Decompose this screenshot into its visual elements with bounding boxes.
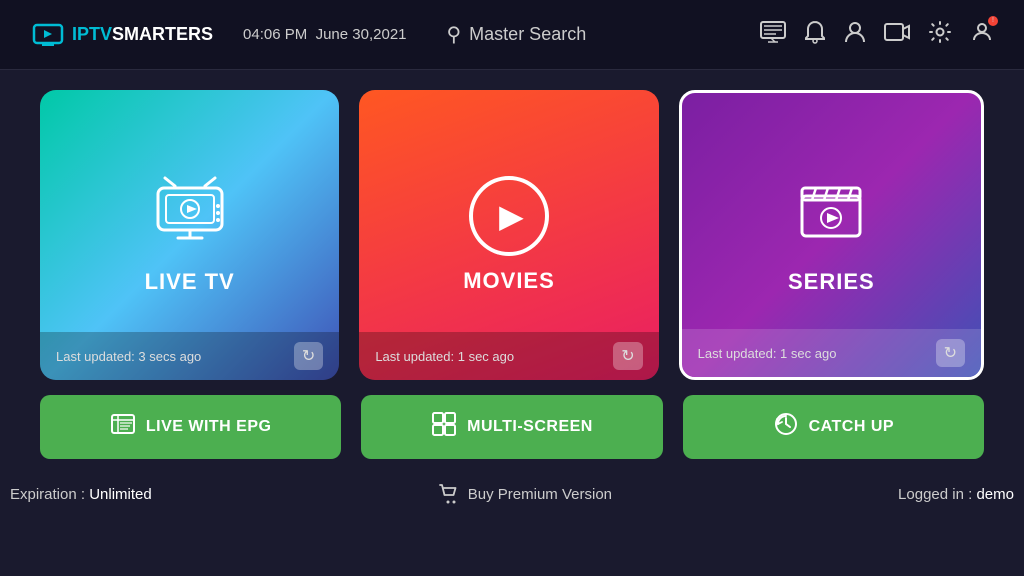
logged-in-text: Logged in : demo [898,486,1014,503]
header-icons: ! [760,20,994,50]
multi-screen-label: MULTI-SCREEN [467,418,593,436]
catch-up-label: CATCH UP [809,418,894,436]
movies-updated: Last updated: 1 sec ago [375,349,514,364]
profile-icon[interactable]: ! [970,20,994,50]
series-footer: Last updated: 1 sec ago ↻ [682,329,981,377]
series-refresh[interactable]: ↻ [936,339,965,367]
logged-in-value: demo [976,486,1014,503]
movies-refresh[interactable]: ↻ [613,342,642,370]
logo-text: IPTVSMARTERS [72,24,213,45]
movies-title: MOVIES [463,268,555,294]
buy-premium-label: Buy Premium Version [468,486,612,503]
movies-footer: Last updated: 1 sec ago ↻ [359,332,658,380]
settings-icon[interactable] [928,20,952,50]
logo: IPTVSMARTERS [30,17,213,53]
iptv-logo-icon [30,17,66,53]
movies-play-icon: ▶ [469,176,549,256]
search-icon: ⚲ [447,22,462,47]
record-icon[interactable] [884,21,910,49]
catch-up-icon [773,411,799,443]
cart-icon [438,483,460,505]
footer: Expiration : Unlimited Buy Premium Versi… [0,483,1024,505]
main-content: LIVE TV Last updated: 3 secs ago ↻ ▶ MOV… [0,70,1024,479]
catch-up-button[interactable]: CATCH UP [683,395,984,459]
search-label: Master Search [469,24,586,45]
multi-screen-button[interactable]: MULTI-SCREEN [361,395,662,459]
user-icon[interactable] [844,20,866,50]
live-tv-footer: Last updated: 3 secs ago ↻ [40,332,339,380]
expiration-text: Expiration : Unlimited [10,486,152,503]
series-icon [794,176,869,257]
live-tv-updated: Last updated: 3 secs ago [56,349,201,364]
live-epg-label: LIVE WITH EPG [146,418,272,436]
live-tv-refresh[interactable]: ↻ [294,342,323,370]
expiration-value: Unlimited [89,486,152,503]
live-epg-icon [110,411,136,443]
series-title: SERIES [788,269,875,295]
header: IPTVSMARTERS 04:06 PM June 30,2021 ⚲ Mas… [0,0,1024,70]
movies-card[interactable]: ▶ MOVIES Last updated: 1 sec ago ↻ [359,90,658,380]
live-epg-button[interactable]: LIVE WITH EPG [40,395,341,459]
buy-premium-button[interactable]: Buy Premium Version [438,483,612,505]
search-area[interactable]: ⚲ Master Search [447,22,760,47]
multi-screen-icon [431,411,457,443]
live-tv-title: LIVE TV [145,269,235,295]
notification-badge: ! [988,16,998,26]
cards-row: LIVE TV Last updated: 3 secs ago ↻ ▶ MOV… [40,90,984,380]
datetime: 04:06 PM June 30,2021 [243,26,406,43]
series-updated: Last updated: 1 sec ago [698,346,837,361]
epg-icon[interactable] [760,21,786,49]
bottom-buttons-row: LIVE WITH EPG MULTI-SCREEN [40,395,984,459]
notification-icon[interactable] [804,20,826,50]
tv-icon [150,176,230,257]
live-tv-card[interactable]: LIVE TV Last updated: 3 secs ago ↻ [40,90,339,380]
series-card[interactable]: SERIES Last updated: 1 sec ago ↻ [679,90,984,380]
logo-prefix: IPTV [72,24,112,44]
